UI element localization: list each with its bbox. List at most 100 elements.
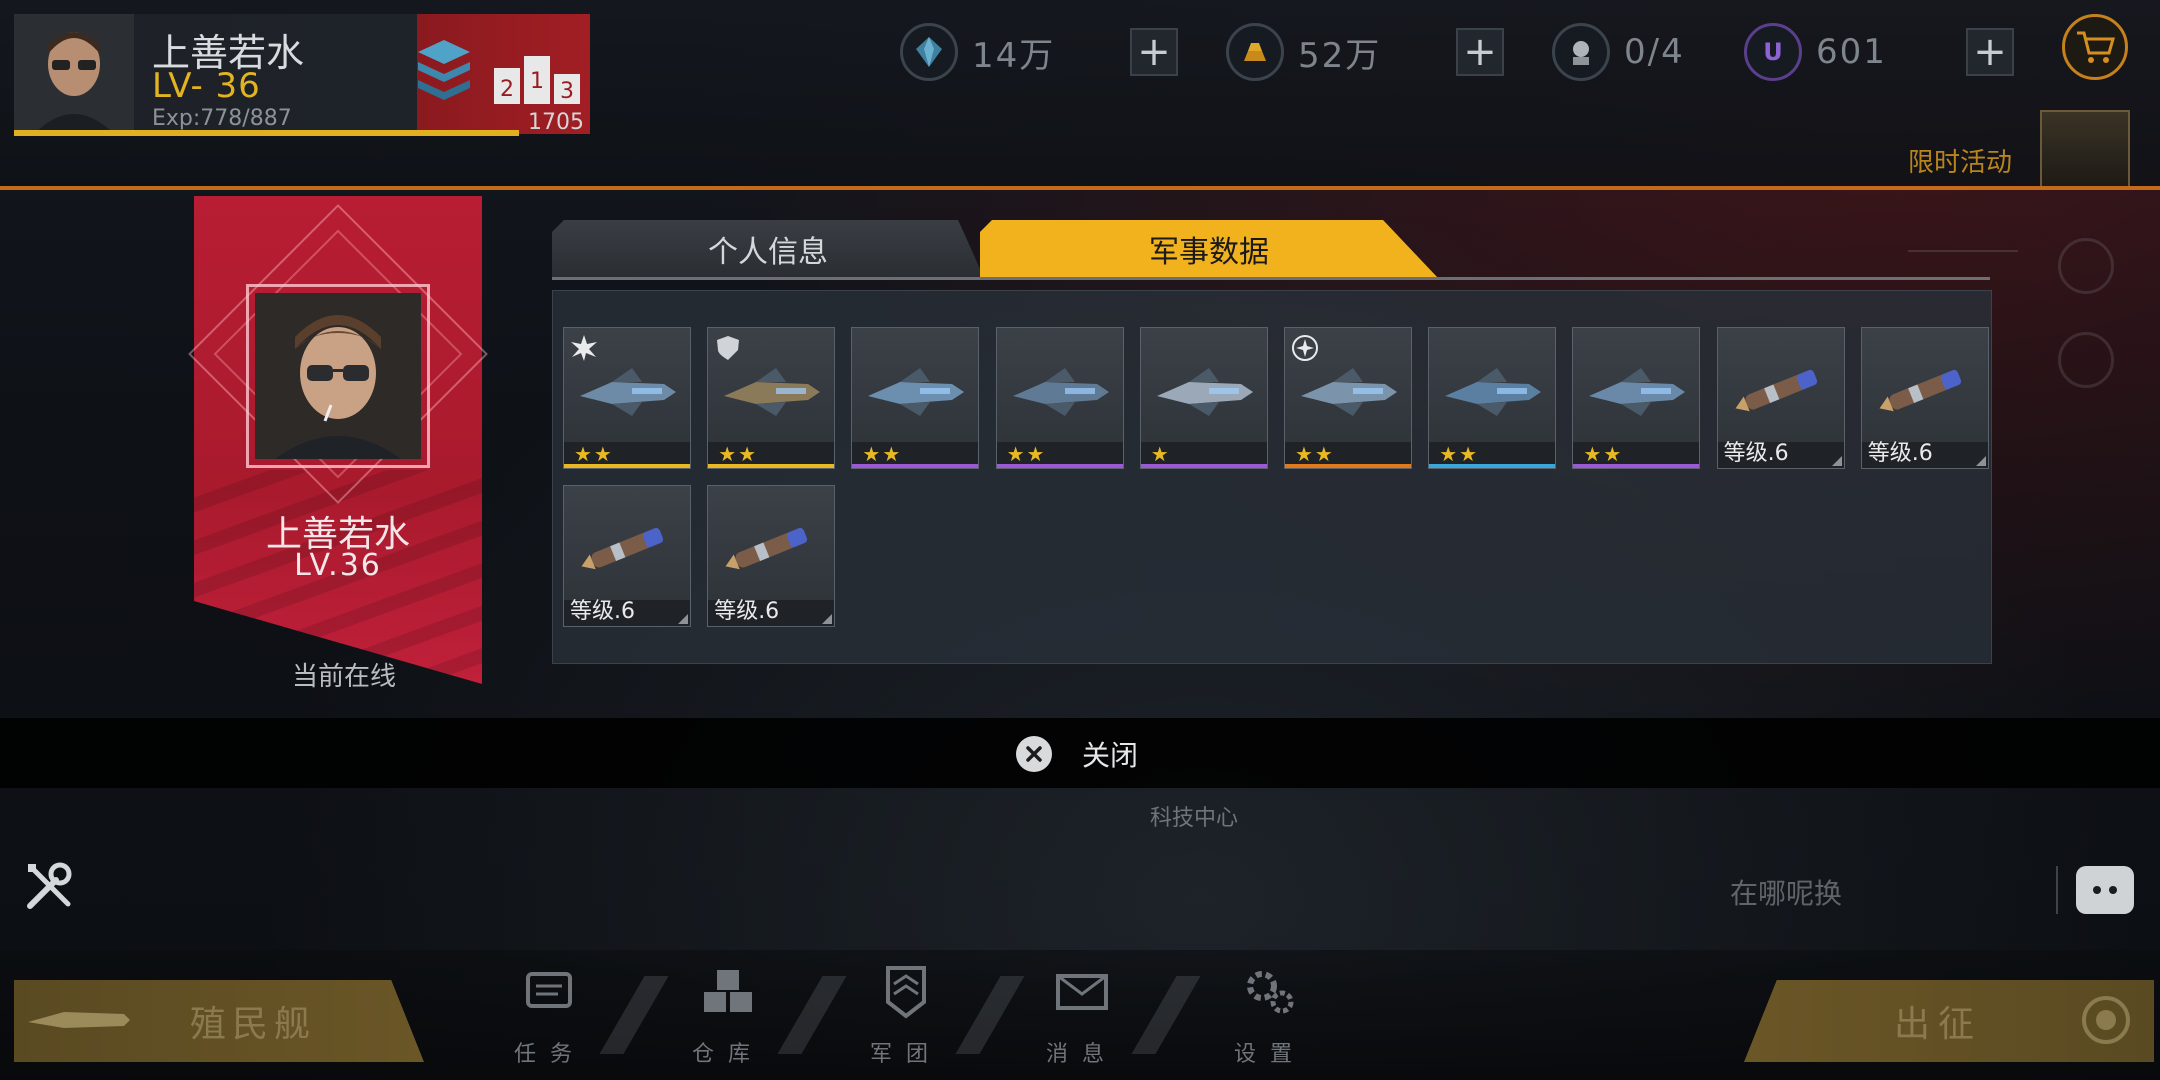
equipment-card[interactable]: ★★: [1284, 327, 1412, 469]
exp-progress-bar: [14, 130, 519, 136]
add-premium-button[interactable]: +: [1966, 28, 2014, 76]
equipment-card[interactable]: 等级.6: [1716, 327, 1845, 469]
nav-item-legion[interactable]: 军团: [846, 962, 966, 1070]
game-screen: 上善若水 LV- 36 Exp:778/887 2 1 3 1705 14万 +…: [0, 0, 2160, 1080]
crystal-icon: [900, 23, 958, 81]
equipment-card[interactable]: ★: [1139, 327, 1268, 469]
rarity-bar: [1140, 464, 1267, 468]
settings-icon: [1247, 971, 1294, 1014]
svg-text:U: U: [1763, 38, 1783, 66]
item-level-label: 等级.6: [1867, 441, 1933, 466]
cart-icon: [2077, 31, 2115, 63]
mech-icon: [1552, 23, 1610, 81]
premium-amount: 601: [1816, 32, 1887, 72]
rarity-bar: [996, 464, 1123, 468]
legion-icon: [886, 966, 926, 1019]
crystal-amount: 14万: [972, 35, 1056, 76]
equipment-card[interactable]: 等级.6: [707, 485, 836, 627]
svg-text:2: 2: [500, 77, 514, 102]
svg-text:3: 3: [560, 79, 574, 104]
nav-item-mission[interactable]: 任务: [490, 962, 610, 1070]
nav-item-label: 军团: [869, 1042, 942, 1067]
tools-icon[interactable]: [20, 856, 80, 916]
nav-item-label: 设置: [1233, 1042, 1306, 1067]
corner-marker: [1831, 456, 1842, 466]
gold-icon: [1226, 23, 1284, 81]
equipment-card[interactable]: ★★: [995, 327, 1124, 469]
equipment-card[interactable]: ★★: [707, 327, 836, 469]
tab-personal-info[interactable]: 个人信息: [552, 220, 984, 278]
event-chest-icon[interactable]: [2040, 110, 2130, 188]
burst-icon: [571, 335, 597, 361]
close-icon: [1016, 736, 1052, 772]
add-gold-button[interactable]: +: [1456, 28, 1504, 76]
player-card[interactable]: 上善若水 LV- 36 Exp:778/887 2 1 3 1705: [14, 14, 590, 135]
nav-item-message[interactable]: 消息: [1022, 962, 1142, 1070]
gold-resource: 52万: [1226, 23, 1382, 81]
tab-underline: [552, 277, 1990, 280]
close-label: 关闭: [1082, 739, 1139, 772]
colony-ship-button[interactable]: 殖民舰: [14, 980, 424, 1062]
tech-center-label: 科技中心: [1150, 806, 1239, 831]
colony-ship-label: 殖民舰: [190, 1004, 317, 1045]
close-button[interactable]: 关闭: [1016, 734, 1138, 774]
premium-resource: U 601: [1744, 23, 1887, 81]
star-rating: ★★: [718, 442, 759, 466]
star-rating: ★★: [574, 442, 614, 466]
nav-item-label: 任务: [513, 1042, 586, 1067]
tab-personal-info-label: 个人信息: [708, 235, 828, 270]
item-level-label: 等级.6: [570, 599, 635, 624]
star-rating: ★: [1150, 442, 1171, 466]
limited-event-label[interactable]: 限时活动: [1908, 142, 2012, 179]
premium-currency-icon: U: [1744, 23, 1802, 81]
tab-military-data-label: 军事数据: [1149, 235, 1269, 270]
equipment-card[interactable]: 等级.6: [563, 485, 691, 627]
commander-portrait: [246, 284, 430, 468]
chat-divider: [2056, 866, 2058, 914]
rarity-bar: [1285, 464, 1411, 468]
star-rating: ★★: [1006, 442, 1047, 466]
globe-icon: [2058, 332, 2114, 388]
warehouse-icon: [704, 970, 752, 1012]
mission-icon: [526, 972, 572, 1008]
online-status: 当前在线: [291, 662, 396, 692]
spark-icon: [1292, 335, 1318, 361]
equipment-card[interactable]: ★★: [1572, 327, 1701, 469]
rarity-bar: [1573, 464, 1700, 468]
nav-item-label: 仓库: [691, 1042, 764, 1067]
clock-icon: [2058, 238, 2114, 294]
rank-stack-icon: [418, 40, 470, 100]
equipment-card[interactable]: ★★: [851, 327, 980, 469]
message-icon: [1056, 974, 1108, 1010]
add-crystal-button[interactable]: +: [1130, 28, 1178, 76]
equipment-card[interactable]: ★★: [1428, 327, 1557, 469]
item-level-label: 等级.6: [1723, 441, 1789, 466]
chat-bubble-icon[interactable]: [2076, 866, 2134, 914]
crystal-resource: 14万: [900, 23, 1056, 81]
rarity-bar: [708, 464, 835, 468]
nav-item-warehouse[interactable]: 仓库: [668, 962, 788, 1070]
rarity-bar: [564, 464, 690, 468]
star-rating: ★★: [1439, 442, 1480, 466]
podium-icon: 2 1 3: [494, 56, 580, 104]
tab-military-data[interactable]: 军事数据: [980, 220, 1438, 278]
shield-icon: [717, 336, 740, 360]
nav-item-settings[interactable]: 设置: [1210, 962, 1330, 1070]
player-exp: Exp:778/887: [152, 106, 292, 131]
svg-text:1: 1: [530, 69, 544, 94]
corner-marker: [1975, 456, 1986, 466]
rarity-bar: [852, 464, 979, 468]
item-level-label: 等级.6: [714, 599, 780, 624]
corner-marker: [678, 614, 688, 624]
equipment-card[interactable]: ★★: [563, 327, 691, 469]
shop-cart-button[interactable]: [2062, 14, 2128, 80]
top-hud: 上善若水 LV- 36 Exp:778/887 2 1 3 1705 14万 +…: [0, 0, 2160, 190]
nav-item-label: 消息: [1045, 1042, 1118, 1067]
chat-input-hint[interactable]: 在哪呢换: [1730, 872, 1842, 912]
equipment-card[interactable]: 等级.6: [1860, 327, 1989, 469]
crosshair-icon: [2082, 996, 2130, 1044]
gold-amount: 52万: [1298, 35, 1382, 76]
unit-count: 0/4: [1624, 32, 1685, 72]
corner-marker: [822, 614, 833, 624]
background-side-text: [1908, 230, 2018, 252]
